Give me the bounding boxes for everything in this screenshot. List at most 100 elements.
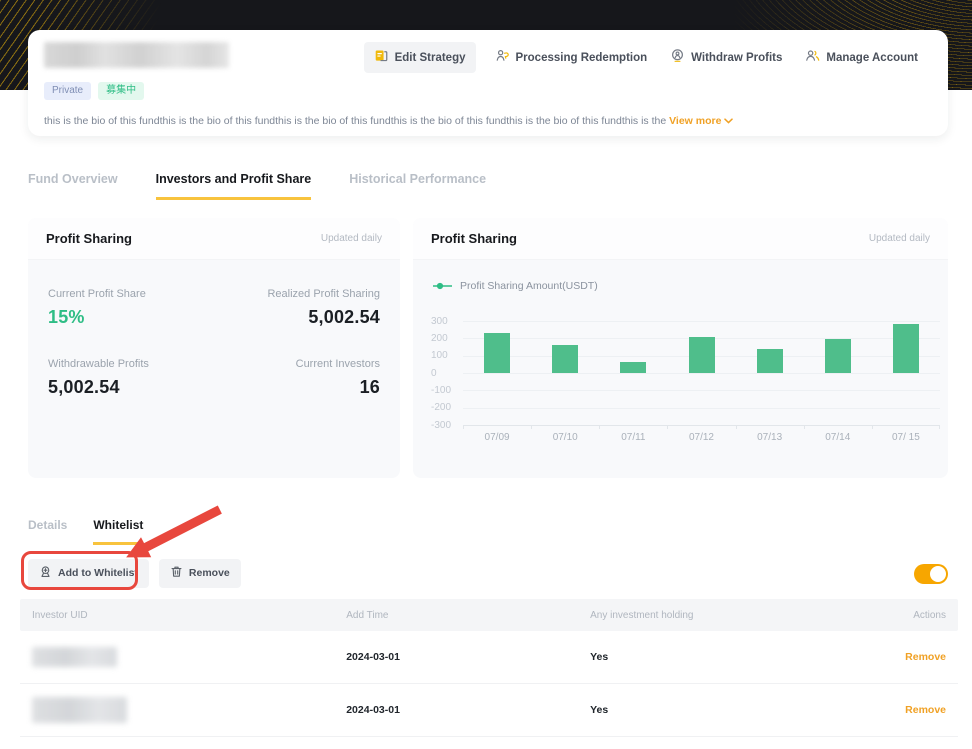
chart-ytick-label: -200 xyxy=(431,401,459,414)
chart-bar[interactable] xyxy=(484,333,510,373)
stats-card-title: Profit Sharing xyxy=(46,231,132,246)
tab-details[interactable]: Details xyxy=(28,518,67,545)
stats-card-updated: Updated daily xyxy=(321,233,382,244)
stat-label: Current Profit Share xyxy=(48,288,214,300)
chart-ytick-label: -100 xyxy=(431,384,459,397)
whitelist-toggle[interactable] xyxy=(914,564,948,584)
chart-bar[interactable] xyxy=(893,324,919,373)
row-remove-link[interactable]: Remove xyxy=(905,651,946,663)
stat-current-investors: Current Investors 16 xyxy=(214,358,380,398)
whitelist-toolbar: Add to Whitelist Remove xyxy=(28,560,948,587)
stat-label: Realized Profit Sharing xyxy=(214,288,380,300)
manage-account-label: Manage Account xyxy=(826,51,918,65)
profit-sharing-stats-card: Profit Sharing Updated daily Current Pro… xyxy=(28,218,400,478)
chart-bar[interactable] xyxy=(825,339,851,373)
chart-card-title: Profit Sharing xyxy=(431,231,517,246)
chart-gridline xyxy=(463,425,940,426)
fund-badges: Private 募集中 xyxy=(44,82,922,100)
stat-value: 5,002.54 xyxy=(48,377,214,398)
chart-card-updated: Updated daily xyxy=(869,233,930,244)
chart-xtick-label: 07/12 xyxy=(667,432,735,443)
table-row: 2024-03-01 Yes Remove xyxy=(20,684,958,737)
chart-axis-tick xyxy=(939,425,940,429)
add-to-whitelist-icon xyxy=(39,565,52,582)
private-badge: Private xyxy=(44,82,91,100)
profit-sharing-chart-card: Profit Sharing Updated daily Profit Shar… xyxy=(413,218,948,478)
chart-ytick-label: -300 xyxy=(431,419,459,432)
manage-account-button[interactable]: Manage Account xyxy=(801,42,922,73)
toggle-knob xyxy=(930,566,946,582)
chart-legend: Profit Sharing Amount(USDT) xyxy=(433,280,598,292)
legend-label: Profit Sharing Amount(USDT) xyxy=(460,280,598,292)
chart-gridline xyxy=(463,408,940,409)
chart-xtick-label: 07/11 xyxy=(599,432,667,443)
stats-grid: Current Profit Share 15% Realized Profit… xyxy=(28,260,400,398)
remove-button-label: Remove xyxy=(189,567,230,580)
add-to-whitelist-label: Add to Whitelist xyxy=(58,567,138,580)
chart-axis-tick xyxy=(463,425,464,429)
chart-axis-tick xyxy=(872,425,873,429)
chart-bar[interactable] xyxy=(620,362,646,373)
column-investor-uid: Investor UID xyxy=(20,610,334,621)
holding-value: Yes xyxy=(578,651,864,663)
chart-ytick-label: 0 xyxy=(431,367,459,380)
column-investment-holding: Any investment holding xyxy=(578,610,864,621)
main-tabs: Fund Overview Investors and Profit Share… xyxy=(28,172,486,200)
trash-icon xyxy=(170,565,183,582)
chart-xtick-label: 07/14 xyxy=(804,432,872,443)
stat-value: 16 xyxy=(214,377,380,398)
investor-uid-redacted xyxy=(32,647,117,667)
row-remove-link[interactable]: Remove xyxy=(905,704,946,716)
chart-bar[interactable] xyxy=(689,337,715,373)
manage-account-icon xyxy=(805,48,820,67)
withdraw-profits-icon xyxy=(670,48,685,67)
chart-xtick-label: 07/09 xyxy=(463,432,531,443)
fund-header-card: Edit Strategy Processing Redemption With… xyxy=(28,30,948,136)
chart-axis-tick xyxy=(531,425,532,429)
fund-name-redacted xyxy=(44,42,229,68)
legend-marker-icon xyxy=(433,282,453,290)
view-more-link[interactable]: View more xyxy=(669,115,733,127)
chart-ytick-label: 300 xyxy=(431,315,459,328)
chart-gridline xyxy=(463,373,940,374)
chevron-down-icon xyxy=(724,118,733,124)
investor-uid-redacted xyxy=(32,697,127,723)
table-header-row: Investor UID Add Time Any investment hol… xyxy=(20,599,958,631)
recruiting-badge: 募集中 xyxy=(98,82,144,100)
chart-xtick-label: 07/10 xyxy=(531,432,599,443)
chart-ytick-label: 100 xyxy=(431,349,459,362)
edit-strategy-label: Edit Strategy xyxy=(395,51,466,65)
stat-current-profit-share: Current Profit Share 15% xyxy=(48,288,214,328)
remove-button[interactable]: Remove xyxy=(159,559,241,588)
tab-fund-overview[interactable]: Fund Overview xyxy=(28,172,118,200)
view-more-label: View more xyxy=(669,115,721,127)
stat-label: Withdrawable Profits xyxy=(48,358,214,370)
processing-redemption-label: Processing Redemption xyxy=(516,51,648,65)
processing-redemption-button[interactable]: Processing Redemption xyxy=(491,42,652,73)
header-actions: Edit Strategy Processing Redemption With… xyxy=(364,42,922,73)
chart-gridline xyxy=(463,390,940,391)
add-to-whitelist-button[interactable]: Add to Whitelist xyxy=(28,559,149,588)
chart-axis-tick xyxy=(804,425,805,429)
chart-gridline xyxy=(463,321,940,322)
holding-value: Yes xyxy=(578,704,864,716)
chart-xtick-label: 07/ 15 xyxy=(872,432,940,443)
fund-bio: this is the bio of this fundthis is the … xyxy=(44,115,922,127)
chart-bar[interactable] xyxy=(552,345,578,373)
fund-bio-text: this is the bio of this fundthis is the … xyxy=(44,115,666,127)
chart-bar[interactable] xyxy=(757,349,783,373)
stat-label: Current Investors xyxy=(214,358,380,370)
chart-xtick-label: 07/13 xyxy=(736,432,804,443)
tab-investors-profit-share[interactable]: Investors and Profit Share xyxy=(156,172,312,200)
edit-strategy-button[interactable]: Edit Strategy xyxy=(364,42,476,73)
chart-axis-tick xyxy=(599,425,600,429)
processing-redemption-icon xyxy=(495,48,510,67)
fund-management-page: Edit Strategy Processing Redemption With… xyxy=(0,0,972,749)
tab-historical-performance[interactable]: Historical Performance xyxy=(349,172,486,200)
withdraw-profits-button[interactable]: Withdraw Profits xyxy=(666,42,786,73)
sub-tabs: Details Whitelist xyxy=(28,518,143,545)
tab-whitelist[interactable]: Whitelist xyxy=(93,518,143,545)
table-row: 2024-03-01 Yes Remove xyxy=(20,631,958,684)
whitelist-table: Investor UID Add Time Any investment hol… xyxy=(20,599,958,737)
stat-value: 5,002.54 xyxy=(214,307,380,328)
